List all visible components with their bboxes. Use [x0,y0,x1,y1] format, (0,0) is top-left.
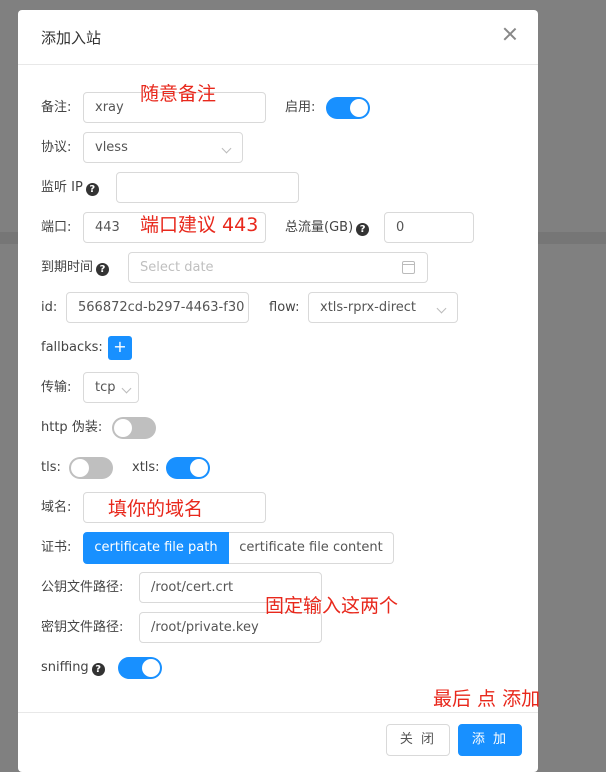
http-camouflage-label: http 伪装: [41,420,103,435]
protocol-label: 协议: [41,140,72,155]
help-icon[interactable]: ? [91,663,105,676]
annotation-domain: 填你的域名 [108,498,204,520]
chevron-down-icon [436,303,447,314]
tls-label: tls: [41,460,61,475]
annotation-final: 最后 点 添加 [433,688,541,710]
tls-switch[interactable] [69,457,113,479]
modal-footer: 关 闭 添 加 [18,712,538,756]
transport-select[interactable]: tcp [83,372,139,403]
switch-knob [71,459,89,477]
modal-title: 添加入站 [41,29,102,47]
add-inbound-modal: 添加入站 备注: xray 启用: 协议: vless 监听 IP? 端口: 4… [18,10,541,772]
annotation-port: 端口建议 443 [140,214,259,236]
switch-knob [142,659,160,677]
switch-knob [114,419,132,437]
enable-switch[interactable] [326,97,370,119]
listen-ip-label: 监听 IP? [41,179,99,197]
calendar-icon [402,261,415,274]
remark-label: 备注: [41,100,72,115]
fallbacks-label: fallbacks: [41,340,103,355]
help-icon[interactable]: ? [356,223,370,236]
transport-label: 传输: [41,380,72,395]
total-traffic-label: 总流量(GB)? [285,219,370,237]
switch-knob [190,459,208,477]
annotation-remark: 随意备注 [140,83,217,105]
id-input[interactable]: 566872cd-b297-4463-f30 [66,292,249,323]
privkey-path-label: 密钥文件路径: [41,620,124,635]
port-label: 端口: [41,220,72,235]
enable-label: 启用: [285,100,316,115]
protocol-select[interactable]: vless [83,132,243,163]
chevron-down-icon [221,143,232,154]
add-button[interactable]: 添 加 [458,724,522,756]
xtls-label: xtls: [132,460,160,475]
expiry-date-picker[interactable]: Select date [128,252,428,283]
total-traffic-input[interactable]: 0 [384,212,474,243]
expiry-label: 到期时间? [41,259,110,277]
help-icon[interactable]: ? [96,263,110,276]
add-fallback-button[interactable]: + [108,336,132,360]
cert-label: 证书: [41,540,72,555]
cert-tab-file-content[interactable]: certificate file content [229,532,394,564]
sniffing-label: sniffing? [41,659,105,677]
domain-label: 域名: [41,500,72,515]
close-button[interactable]: 关 闭 [386,724,450,756]
cert-tab-file-path[interactable]: certificate file path [83,532,229,564]
pubkey-path-label: 公钥文件路径: [41,580,124,595]
flow-select[interactable]: xtls-rprx-direct [308,292,458,323]
sniffing-switch[interactable] [118,657,162,679]
id-label: id: [41,300,58,315]
switch-knob [350,99,368,117]
help-icon[interactable]: ? [85,183,99,196]
flow-label: flow: [269,300,300,315]
close-icon[interactable] [502,26,518,42]
xtls-switch[interactable] [166,457,210,479]
modal-header: 添加入站 [18,10,538,65]
annotation-paths: 固定输入这两个 [265,595,399,617]
http-camouflage-switch[interactable] [112,417,156,439]
chevron-down-icon [121,383,132,394]
listen-ip-input[interactable] [116,172,299,203]
